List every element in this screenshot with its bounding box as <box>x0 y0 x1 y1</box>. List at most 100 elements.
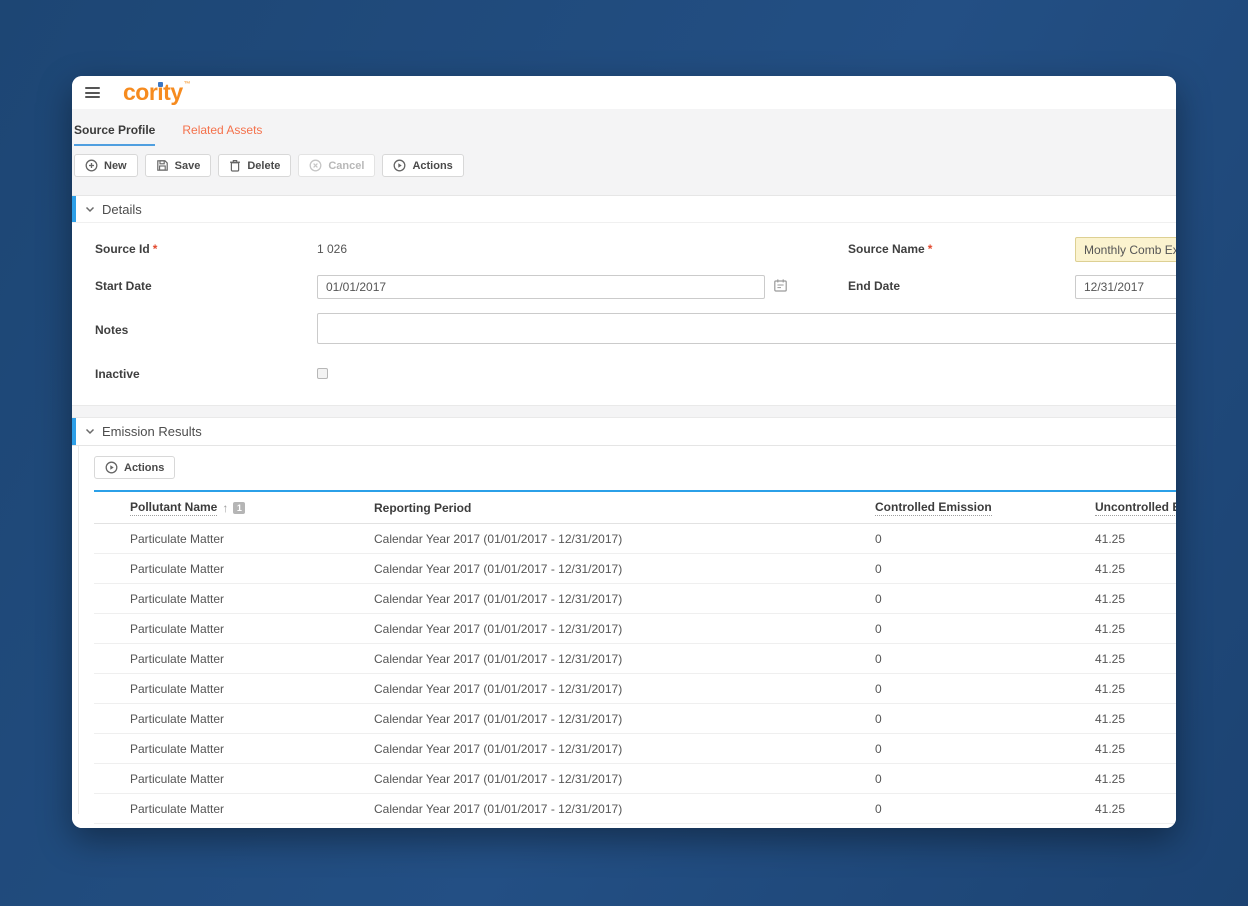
logo-text: cority <box>123 79 183 105</box>
notes-label: Notes <box>95 323 129 337</box>
cancel-button-label: Cancel <box>328 159 365 172</box>
new-button[interactable]: New <box>74 154 138 177</box>
chevron-down-icon <box>85 428 95 435</box>
column-header-uncontrolled-emission[interactable]: Uncontrolled Em <box>1095 500 1176 516</box>
required-marker: * <box>927 242 933 256</box>
play-circle-icon <box>393 159 406 172</box>
toolbar: New Save Delete Cancel Actions <box>74 154 1176 177</box>
cell-controlled-emission: 0 <box>875 561 882 576</box>
table-row[interactable]: Particulate Matter Calendar Year 2017 (0… <box>94 704 1176 734</box>
cell-uncontrolled-emission: 41.25 <box>1095 801 1126 816</box>
source-name-label: Source Name * <box>848 242 933 256</box>
cell-reporting-period: Calendar Year 2017 (01/01/2017 - 12/31/2… <box>374 741 623 756</box>
cell-pollutant-name: Particulate Matter <box>130 531 225 546</box>
cell-reporting-period: Calendar Year 2017 (01/01/2017 - 12/31/2… <box>374 681 623 696</box>
table-row[interactable]: Particulate Matter Calendar Year 2017 (0… <box>94 554 1176 584</box>
table-header-row: Pollutant Name ↑ 1 Reporting Period Cont… <box>94 492 1176 524</box>
source-name-input[interactable] <box>1075 237 1176 262</box>
cell-uncontrolled-emission: 41.25 <box>1095 561 1126 576</box>
cancel-button[interactable]: Cancel <box>298 154 376 177</box>
emission-results-section-title: Emission Results <box>102 424 202 439</box>
cell-reporting-period: Calendar Year 2017 (01/01/2017 - 12/31/2… <box>374 711 623 726</box>
cell-uncontrolled-emission: 41.25 <box>1095 711 1126 726</box>
cell-pollutant-name: Particulate Matter <box>130 741 225 756</box>
section-divider <box>72 405 1176 418</box>
details-section-header[interactable]: Details <box>72 196 1176 223</box>
logo-i-dot <box>158 82 163 87</box>
table-row[interactable]: Particulate Matter Calendar Year 2017 (0… <box>94 584 1176 614</box>
cell-pollutant-name: Particulate Matter <box>130 801 225 816</box>
cority-logo: cority ™ <box>123 79 191 105</box>
details-section-title: Details <box>102 201 142 217</box>
app-header: cority ™ <box>72 76 1176 109</box>
new-button-label: New <box>104 159 127 172</box>
logo-trademark: ™ <box>183 81 191 88</box>
inactive-checkbox[interactable] <box>317 368 328 379</box>
cell-controlled-emission: 0 <box>875 801 882 816</box>
actions-button[interactable]: Actions <box>382 154 464 177</box>
save-button-label: Save <box>174 159 201 172</box>
end-date-input[interactable] <box>1075 275 1176 299</box>
table-row[interactable]: Particulate Matter Calendar Year 2017 (0… <box>94 524 1176 554</box>
cell-reporting-period: Calendar Year 2017 (01/01/2017 - 12/31/2… <box>374 531 623 546</box>
cell-uncontrolled-emission: 41.25 <box>1095 531 1126 546</box>
emission-actions-button-label: Actions <box>124 461 165 474</box>
cell-uncontrolled-emission: 41.25 <box>1095 651 1126 666</box>
cell-pollutant-name: Particulate Matter <box>130 681 225 696</box>
cell-pollutant-name: Particulate Matter <box>130 591 225 606</box>
table-row[interactable]: Particulate Matter Calendar Year 2017 (0… <box>94 764 1176 794</box>
save-button[interactable]: Save <box>144 154 212 177</box>
notes-input[interactable] <box>317 313 1176 344</box>
cell-reporting-period: Calendar Year 2017 (01/01/2017 - 12/31/2… <box>374 801 623 816</box>
cell-controlled-emission: 0 <box>875 591 882 606</box>
start-date-input[interactable] <box>317 275 765 299</box>
section-accent-bar <box>72 196 76 222</box>
tab-related-assets[interactable]: Related Assets <box>182 123 262 146</box>
x-circle-icon <box>309 159 322 172</box>
cell-reporting-period: Calendar Year 2017 (01/01/2017 - 12/31/2… <box>374 561 623 576</box>
cell-pollutant-name: Particulate Matter <box>130 711 225 726</box>
sort-asc-icon: ↑ <box>222 500 229 515</box>
table-row[interactable]: Particulate Matter Calendar Year 2017 (0… <box>94 644 1176 674</box>
sort-order-badge: 1 <box>233 501 246 514</box>
column-header-controlled-emission[interactable]: Controlled Emission <box>875 500 1095 516</box>
required-marker: * <box>152 242 158 256</box>
details-form: Source Id* 1 026 Source Name* Start Date… <box>72 223 1176 405</box>
source-id-value: 1 026 <box>317 242 348 256</box>
cell-pollutant-name: Particulate Matter <box>130 621 225 636</box>
cell-pollutant-name: Particulate Matter <box>130 651 225 666</box>
tab-toolbar-zone: Source Profile Related Assets New Save D… <box>72 109 1176 196</box>
column-header-reporting-period[interactable]: Reporting Period <box>374 501 875 515</box>
cell-uncontrolled-emission: 41.25 <box>1095 621 1126 636</box>
column-header-pollutant-name[interactable]: Pollutant Name ↑ 1 <box>130 500 374 516</box>
table-row[interactable]: Particulate Matter Calendar Year 2017 (0… <box>94 734 1176 764</box>
inactive-label: Inactive <box>95 367 140 381</box>
cell-controlled-emission: 0 <box>875 681 882 696</box>
table-row[interactable]: Particulate Matter Calendar Year 2017 (0… <box>94 794 1176 824</box>
cell-uncontrolled-emission: 41.25 <box>1095 681 1126 696</box>
chevron-down-icon <box>85 206 95 212</box>
table-row[interactable]: Particulate Matter Calendar Year 2017 (0… <box>94 674 1176 704</box>
section-accent-bar <box>72 418 76 445</box>
actions-button-label: Actions <box>412 159 453 172</box>
plus-circle-icon <box>85 159 98 172</box>
source-id-label: Source Id * <box>95 242 158 256</box>
emission-results-body: Actions Pollutant Name ↑ 1 Reporting Per… <box>72 446 1176 828</box>
emission-results-section-header[interactable]: Emission Results <box>72 418 1176 446</box>
delete-button[interactable]: Delete <box>218 154 292 177</box>
cell-controlled-emission: 0 <box>875 651 882 666</box>
end-date-label: End Date <box>848 279 901 293</box>
cell-controlled-emission: 0 <box>875 531 882 546</box>
floppy-disk-icon <box>156 160 168 171</box>
cell-pollutant-name: Particulate Matter <box>130 771 225 786</box>
tab-source-profile[interactable]: Source Profile <box>74 123 156 146</box>
emission-actions-button[interactable]: Actions <box>94 456 176 479</box>
cell-reporting-period: Calendar Year 2017 (01/01/2017 - 12/31/2… <box>374 621 623 636</box>
cell-uncontrolled-emission: 41.25 <box>1095 591 1126 606</box>
trash-icon <box>230 160 241 172</box>
calendar-icon[interactable] <box>773 278 788 293</box>
table-row[interactable]: Particulate Matter Calendar Year 2017 (0… <box>94 614 1176 644</box>
cell-uncontrolled-emission: 41.25 <box>1095 771 1126 786</box>
cell-pollutant-name: Particulate Matter <box>130 561 225 576</box>
menu-icon[interactable] <box>85 87 100 98</box>
